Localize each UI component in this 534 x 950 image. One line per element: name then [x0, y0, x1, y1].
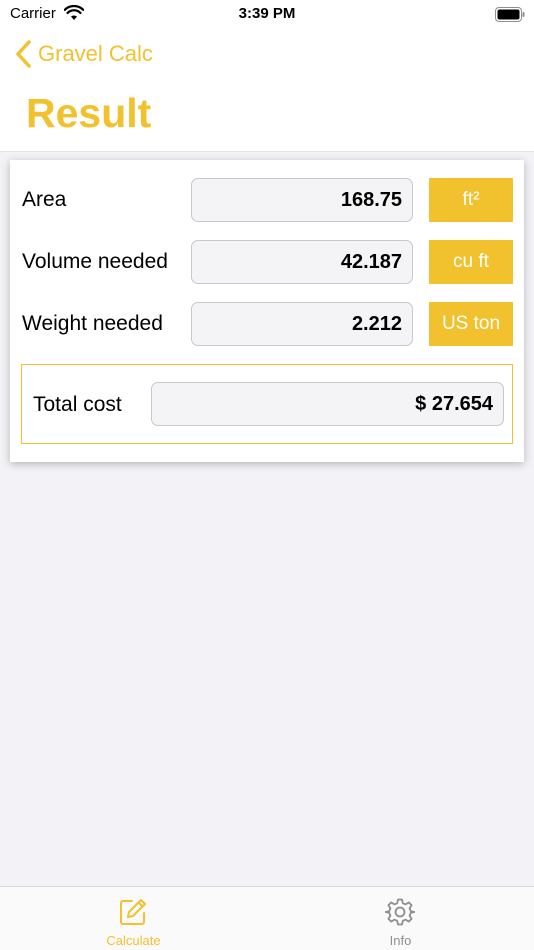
- tab-calculate-label: Calculate: [106, 933, 161, 948]
- back-button-label: Gravel Calc: [38, 41, 153, 66]
- status-bar: Carrier 3:39 PM: [0, 0, 534, 30]
- total-cost-field[interactable]: $ 27.654: [151, 382, 504, 426]
- results-card: Area 168.75 ft² Volume needed 42.187 cu …: [10, 160, 524, 462]
- volume-value-field[interactable]: 42.187: [191, 240, 413, 284]
- tab-calculate[interactable]: Calculate: [0, 887, 267, 950]
- area-value-field[interactable]: 168.75: [191, 178, 413, 222]
- navigation-header: Gravel Calc Result: [0, 30, 534, 152]
- total-cost-section: Total cost $ 27.654: [21, 364, 513, 444]
- area-unit-button[interactable]: ft²: [429, 178, 513, 222]
- page-title: Result: [26, 90, 152, 136]
- weight-value-field[interactable]: 2.212: [191, 302, 413, 346]
- tab-info[interactable]: Info: [267, 887, 534, 950]
- back-button[interactable]: Gravel Calc: [14, 38, 153, 70]
- screen: Carrier 3:39 PM Gravel Calc Result Area …: [0, 0, 534, 950]
- battery-icon: [495, 7, 525, 22]
- gear-icon: [385, 898, 415, 926]
- area-row: Area 168.75 ft²: [10, 178, 524, 222]
- chevron-left-icon: [16, 40, 31, 68]
- edit-icon: [120, 899, 146, 925]
- volume-row: Volume needed 42.187 cu ft: [10, 240, 524, 284]
- clock-label: 3:39 PM: [238, 5, 296, 22]
- total-cost-label: Total cost: [33, 393, 122, 416]
- weight-row: Weight needed 2.212 US ton: [10, 302, 524, 346]
- weight-label: Weight needed: [22, 312, 163, 335]
- volume-unit-button[interactable]: cu ft: [429, 240, 513, 284]
- tab-info-label: Info: [389, 933, 412, 948]
- tab-bar: Calculate Info: [0, 886, 534, 950]
- area-label: Area: [22, 188, 67, 211]
- volume-label: Volume needed: [22, 250, 168, 273]
- weight-unit-button[interactable]: US ton: [429, 302, 513, 346]
